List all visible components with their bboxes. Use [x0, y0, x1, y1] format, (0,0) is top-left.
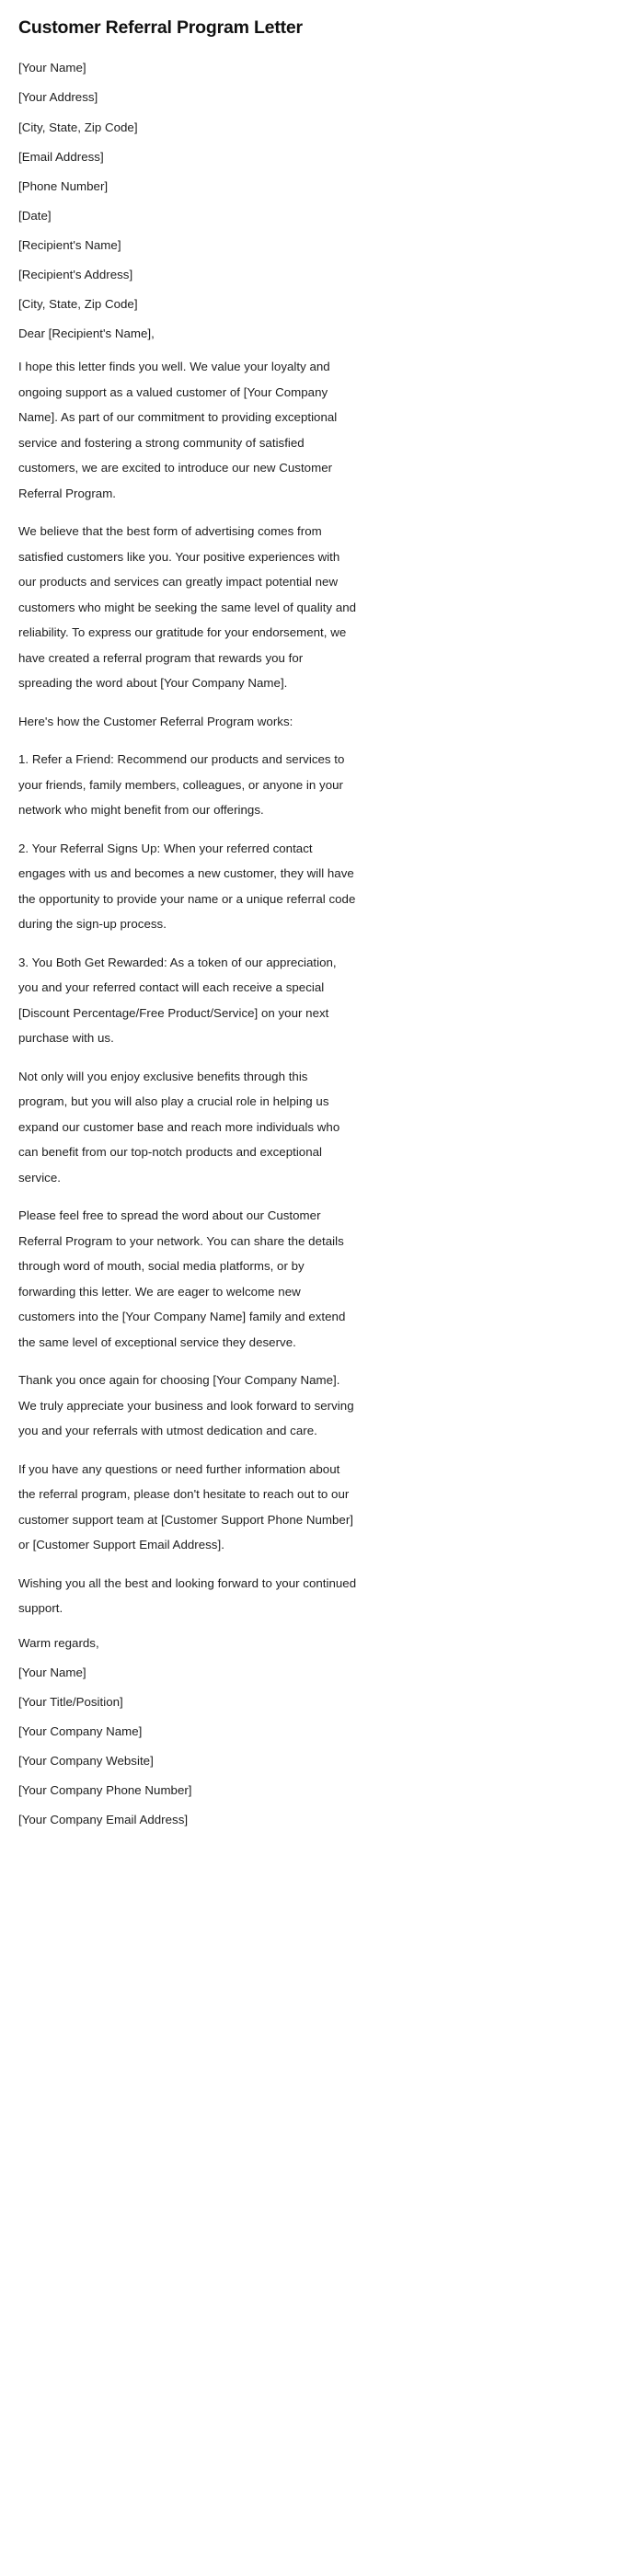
letter-page: Customer Referral Program Letter [Your N… — [0, 0, 644, 2576]
signature-name: [Your Name] — [18, 1665, 86, 1679]
body-paragraph-5: Thank you once again for choosing [Your … — [18, 1373, 354, 1438]
closing: Warm regards, — [18, 1635, 99, 1650]
signature-title: [Your Title/Position] — [18, 1695, 123, 1709]
salutation: Dear [Recipient's Name], — [18, 326, 155, 341]
date-line: [Date] — [18, 208, 52, 223]
body-paragraph-1: I hope this letter finds you well. We va… — [18, 360, 338, 500]
program-step-3: 3. You Both Get Rewarded: As a token of … — [18, 955, 337, 1046]
recipient-name: [Recipient's Name] — [18, 237, 121, 252]
signature-company-name: [Your Company Name] — [18, 1724, 143, 1739]
body-paragraph-2: We believe that the best form of adverti… — [18, 524, 357, 691]
signature-company-website: [Your Company Website] — [18, 1754, 154, 1769]
sender-phone: [Phone Number] — [18, 178, 109, 193]
sender-email: [Email Address] — [18, 149, 104, 164]
program-steps-intro: Here's how the Customer Referral Program… — [18, 714, 293, 728]
letter-body: Customer Referral Program Letter [Your N… — [0, 17, 359, 1830]
sender-address: [Your Address] — [18, 90, 98, 105]
body-paragraph-7: Wishing you all the best and looking for… — [18, 1575, 357, 1616]
sender-name: [Your Name] — [18, 61, 86, 75]
body-paragraph-6: If you have any questions or need furthe… — [18, 1461, 353, 1552]
body-paragraph-4: Please feel free to spread the word abou… — [18, 1208, 346, 1349]
page-title: Customer Referral Program Letter — [18, 17, 303, 38]
recipient-city-state-zip: [City, State, Zip Code] — [18, 297, 138, 312]
signature-company-email: [Your Company Email Address] — [18, 1813, 189, 1827]
program-step-2: 2. Your Referral Signs Up: When your ref… — [18, 841, 356, 932]
signature-company-phone: [Your Company Phone Number] — [18, 1783, 192, 1798]
recipient-address: [Recipient's Address] — [18, 268, 133, 282]
sender-city-state-zip: [City, State, Zip Code] — [18, 120, 138, 134]
body-paragraph-3: Not only will you enjoy exclusive benefi… — [18, 1069, 340, 1185]
program-step-1: 1. Refer a Friend: Recommend our product… — [18, 752, 345, 818]
